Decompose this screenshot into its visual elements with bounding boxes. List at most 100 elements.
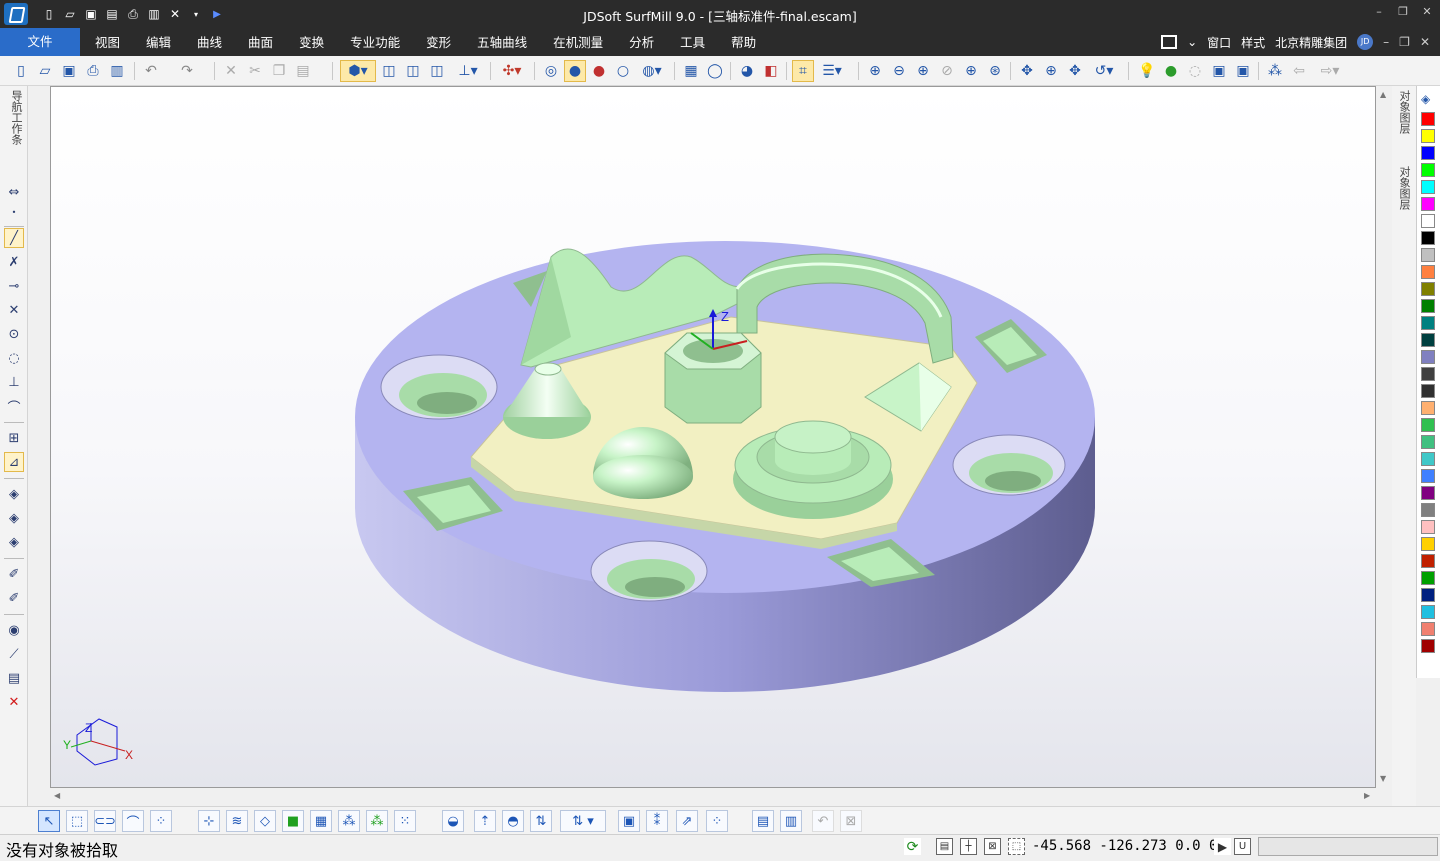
ungroup-icon[interactable]: ▥ (780, 810, 802, 832)
hide-icon[interactable]: ◌ (1184, 60, 1206, 82)
undo-icon[interactable]: ↶ (140, 60, 162, 82)
color-swatch[interactable] (1421, 350, 1435, 364)
display-mode-icon[interactable]: ◍▾ (636, 60, 668, 82)
shaded-sphere-icon[interactable]: ● (564, 60, 586, 82)
zoom-all-icon[interactable]: ⊕ (960, 60, 982, 82)
axis-snap-icon[interactable]: ⊿ (4, 452, 24, 472)
fullscreen-icon[interactable] (1161, 35, 1178, 49)
forward-arrow-icon[interactable]: ⇨▾ (1314, 60, 1346, 82)
select-lines-icon[interactable]: ≋ (226, 810, 248, 832)
outline-sphere-icon[interactable]: ○ (612, 60, 634, 82)
color-swatch[interactable] (1421, 265, 1435, 279)
select-filter-icon[interactable]: ✣▾ (496, 60, 528, 82)
maximize-button[interactable]: ❐ (1396, 4, 1410, 20)
snap-center-icon[interactable]: ⊙ (4, 324, 24, 344)
delete-tool-icon[interactable]: ✕ (4, 692, 24, 712)
new-document-icon[interactable]: ▯ (10, 60, 32, 82)
wireframe-icon[interactable]: ◎ (540, 60, 562, 82)
color-swatch[interactable] (1421, 146, 1435, 160)
color-swatch[interactable] (1421, 486, 1435, 500)
show-selected-icon[interactable]: ▣ (1232, 60, 1254, 82)
top-view-icon[interactable]: ◫ (402, 60, 424, 82)
menu-on-machine-measure[interactable]: 在机测量 (540, 28, 616, 56)
snap-cross-icon[interactable]: ✕ (4, 300, 24, 320)
style-menu[interactable]: 样式 (1241, 34, 1265, 51)
menu-view[interactable]: 视图 (82, 28, 133, 56)
mdi-minimize-button[interactable]: – (1383, 35, 1389, 49)
material-sphere-icon[interactable]: ◕ (736, 60, 758, 82)
color-swatch[interactable] (1421, 639, 1435, 653)
move-view-icon[interactable]: ✥ (1064, 60, 1086, 82)
file-menu[interactable]: 文件 (0, 28, 80, 56)
select-flip-icon[interactable]: ◓ (502, 810, 524, 832)
color-swatch[interactable] (1421, 588, 1435, 602)
snap-grid-icon[interactable]: ⌗ (792, 60, 814, 82)
refresh-icon[interactable]: ⟳ (904, 838, 921, 855)
pick-tool-icon[interactable]: ✐ (4, 564, 24, 584)
select-all-icon[interactable]: ⁙ (394, 810, 416, 832)
color-swatch[interactable] (1421, 571, 1435, 585)
color-swatch[interactable] (1421, 537, 1435, 551)
select-pointer-icon[interactable]: ↖ (38, 810, 60, 832)
color-swatch[interactable] (1421, 384, 1435, 398)
dynamic-zoom-icon[interactable]: ⊕ (1040, 60, 1062, 82)
zoom-previous-icon[interactable]: ⊘ (936, 60, 958, 82)
select-by-layer-icon[interactable]: ◒ (442, 810, 464, 832)
measure-icon[interactable]: ⟋ (4, 644, 24, 664)
window-menu[interactable]: 窗口 (1207, 34, 1231, 51)
menu-surface[interactable]: 曲面 (235, 28, 286, 56)
layer-status-icon[interactable]: ▤ (936, 838, 953, 855)
ellipse-icon[interactable]: ◯ (704, 60, 726, 82)
filter-random-icon[interactable]: ⁑ (646, 810, 668, 832)
color-swatch[interactable] (1421, 554, 1435, 568)
select-above-icon[interactable]: ⇡ (474, 810, 496, 832)
list-tool-icon[interactable]: ▤ (4, 668, 24, 688)
3d-viewport[interactable]: Z Z X Y (50, 86, 1376, 788)
menu-tools[interactable]: 工具 (667, 28, 718, 56)
filter-box-icon[interactable]: ▣ (618, 810, 640, 832)
pick-remove-icon[interactable]: ✐ (4, 588, 24, 608)
mdi-restore-button[interactable]: ❐ (1399, 35, 1410, 49)
object-layer-tab-2[interactable]: 对象图层 (1396, 166, 1412, 210)
filter-dots-icon[interactable]: ⁘ (706, 810, 728, 832)
delete-icon[interactable]: ✕ (220, 60, 242, 82)
minimize-button[interactable]: – (1372, 4, 1386, 20)
zoom-out-icon[interactable]: ⊖ (888, 60, 910, 82)
select-points-icon[interactable]: ⁘ (150, 810, 172, 832)
horizontal-scrollbar[interactable]: ◀ ▶ (50, 788, 1376, 804)
surface-filter-icon[interactable]: ◈ (4, 508, 24, 528)
clear-selection-icon[interactable]: ⊠ (840, 810, 862, 832)
color-swatch[interactable] (1421, 367, 1435, 381)
palette-settings-icon[interactable]: ◈ (1421, 92, 1435, 106)
select-mode-dropdown[interactable]: ⇅ ▾ (560, 810, 606, 832)
select-chain-icon[interactable]: ⊂⊃ (94, 810, 116, 832)
select-window-icon[interactable]: ⬚ (66, 810, 88, 832)
snap-tangent-icon[interactable]: ⌒ (4, 396, 24, 416)
vertical-scrollbar[interactable]: ▲ ▼ (1376, 86, 1392, 788)
color-swatch[interactable] (1421, 401, 1435, 415)
shaded-view-icon[interactable]: ⬢▾ (340, 60, 376, 82)
navigation-panel-tab[interactable]: 导航工作条 (2, 90, 24, 145)
layer-tool-icon[interactable]: ◉ (4, 620, 24, 640)
color-swatch[interactable] (1421, 503, 1435, 517)
point-icon[interactable]: • (4, 202, 24, 222)
menu-help[interactable]: 帮助 (718, 28, 769, 56)
group-select-icon[interactable]: ▤ (752, 810, 774, 832)
snap-quadrant-icon[interactable]: ◌ (4, 348, 24, 368)
snap-midpoint-icon[interactable]: ⊸ (4, 276, 24, 296)
color-swatch[interactable] (1421, 129, 1435, 143)
paste-icon[interactable]: ▤ (292, 60, 314, 82)
color-swatch[interactable] (1421, 622, 1435, 636)
select-point-icon[interactable]: ⊹ (198, 810, 220, 832)
menu-five-axis-curve[interactable]: 五轴曲线 (464, 28, 540, 56)
unit-button[interactable]: U (1234, 838, 1251, 855)
select-group-icon[interactable]: ⁂ (338, 810, 360, 832)
back-arrow-icon[interactable]: ⇦ (1288, 60, 1310, 82)
grid-status-icon[interactable]: ┼ (960, 838, 977, 855)
color-swatch[interactable] (1421, 333, 1435, 347)
render-sphere-icon[interactable]: ● (588, 60, 610, 82)
ortho-status-icon[interactable]: ⊠ (984, 838, 1001, 855)
rotate-view-icon[interactable]: ↺▾ (1088, 60, 1120, 82)
light-bulb-icon[interactable]: 💡 (1136, 60, 1158, 82)
cut-icon[interactable]: ✂ (244, 60, 266, 82)
